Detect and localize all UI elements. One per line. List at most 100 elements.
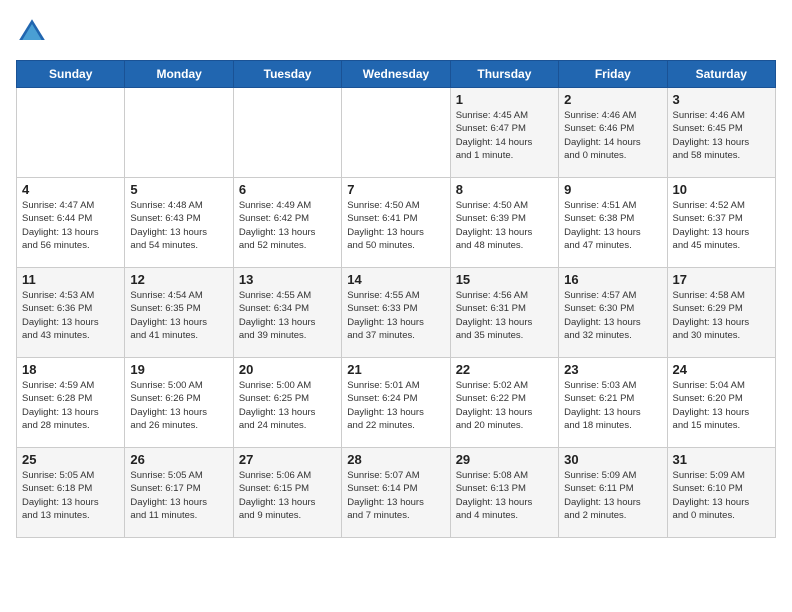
day-number: 20 — [239, 362, 336, 377]
calendar-cell: 23 Sunrise: 5:03 AM Sunset: 6:21 PM Dayli… — [559, 358, 667, 448]
column-header-saturday: Saturday — [667, 61, 775, 88]
calendar-cell: 20 Sunrise: 5:00 AM Sunset: 6:25 PM Dayli… — [233, 358, 341, 448]
cell-content: Sunrise: 4:54 AM Sunset: 6:35 PM Dayligh… — [130, 289, 227, 342]
day-number: 17 — [673, 272, 770, 287]
cell-content: Sunrise: 4:50 AM Sunset: 6:39 PM Dayligh… — [456, 199, 553, 252]
day-number: 29 — [456, 452, 553, 467]
cell-content: Sunrise: 5:01 AM Sunset: 6:24 PM Dayligh… — [347, 379, 444, 432]
cell-content: Sunrise: 4:51 AM Sunset: 6:38 PM Dayligh… — [564, 199, 661, 252]
calendar-cell: 6 Sunrise: 4:49 AM Sunset: 6:42 PM Daylig… — [233, 178, 341, 268]
cell-content: Sunrise: 5:04 AM Sunset: 6:20 PM Dayligh… — [673, 379, 770, 432]
cell-content: Sunrise: 5:03 AM Sunset: 6:21 PM Dayligh… — [564, 379, 661, 432]
calendar-cell: 8Sunrise: 4:50 AM Sunset: 6:39 PM Daylig… — [450, 178, 558, 268]
logo-icon — [16, 16, 48, 48]
column-header-friday: Friday — [559, 61, 667, 88]
calendar-cell: 13 Sunrise: 4:55 AM Sunset: 6:34 PM Dayli… — [233, 268, 341, 358]
column-header-wednesday: Wednesday — [342, 61, 450, 88]
cell-content: Sunrise: 4:52 AM Sunset: 6:37 PM Dayligh… — [673, 199, 770, 252]
cell-content: Sunrise: 4:55 AM Sunset: 6:33 PM Dayligh… — [347, 289, 444, 342]
calendar-cell: 26 Sunrise: 5:05 AM Sunset: 6:17 PM Dayli… — [125, 448, 233, 538]
calendar-cell: 12 Sunrise: 4:54 AM Sunset: 6:35 PM Dayli… — [125, 268, 233, 358]
cell-content: Sunrise: 4:49 AM Sunset: 6:42 PM Dayligh… — [239, 199, 336, 252]
calendar-cell: 21Sunrise: 5:01 AM Sunset: 6:24 PM Dayli… — [342, 358, 450, 448]
day-number: 13 — [239, 272, 336, 287]
cell-content: Sunrise: 4:56 AM Sunset: 6:31 PM Dayligh… — [456, 289, 553, 342]
calendar-cell: 3Sunrise: 4:46 AM Sunset: 6:45 PM Daylig… — [667, 88, 775, 178]
day-number: 2 — [564, 92, 661, 107]
day-number: 15 — [456, 272, 553, 287]
calendar-cell — [233, 88, 341, 178]
day-number: 3 — [673, 92, 770, 107]
cell-content: Sunrise: 4:47 AM Sunset: 6:44 PM Dayligh… — [22, 199, 119, 252]
cell-content: Sunrise: 5:05 AM Sunset: 6:18 PM Dayligh… — [22, 469, 119, 522]
calendar-cell: 18 Sunrise: 4:59 AM Sunset: 6:28 PM Dayli… — [17, 358, 125, 448]
calendar-cell: 11 Sunrise: 4:53 AM Sunset: 6:36 PM Dayli… — [17, 268, 125, 358]
day-number: 6 — [239, 182, 336, 197]
calendar-cell: 2 Sunrise: 4:46 AM Sunset: 6:46 PM Daylig… — [559, 88, 667, 178]
calendar-cell: 7 Sunrise: 4:50 AM Sunset: 6:41 PM Daylig… — [342, 178, 450, 268]
day-number: 10 — [673, 182, 770, 197]
cell-content: Sunrise: 5:00 AM Sunset: 6:26 PM Dayligh… — [130, 379, 227, 432]
day-number: 12 — [130, 272, 227, 287]
calendar-cell: 22 Sunrise: 5:02 AM Sunset: 6:22 PM Dayli… — [450, 358, 558, 448]
column-header-monday: Monday — [125, 61, 233, 88]
column-header-tuesday: Tuesday — [233, 61, 341, 88]
calendar-cell: 31 Sunrise: 5:09 AM Sunset: 6:10 PM Dayli… — [667, 448, 775, 538]
cell-content: Sunrise: 4:46 AM Sunset: 6:46 PM Dayligh… — [564, 109, 661, 162]
calendar-cell — [342, 88, 450, 178]
cell-content: Sunrise: 5:08 AM Sunset: 6:13 PM Dayligh… — [456, 469, 553, 522]
cell-content: Sunrise: 5:00 AM Sunset: 6:25 PM Dayligh… — [239, 379, 336, 432]
day-number: 1 — [456, 92, 553, 107]
calendar-cell — [125, 88, 233, 178]
cell-content: Sunrise: 5:09 AM Sunset: 6:10 PM Dayligh… — [673, 469, 770, 522]
calendar-table: SundayMondayTuesdayWednesdayThursdayFrid… — [16, 60, 776, 538]
day-number: 25 — [22, 452, 119, 467]
calendar-cell: 16Sunrise: 4:57 AM Sunset: 6:30 PM Dayli… — [559, 268, 667, 358]
day-number: 23 — [564, 362, 661, 377]
calendar-cell — [17, 88, 125, 178]
day-number: 7 — [347, 182, 444, 197]
calendar-cell: 4Sunrise: 4:47 AM Sunset: 6:44 PM Daylig… — [17, 178, 125, 268]
cell-content: Sunrise: 4:59 AM Sunset: 6:28 PM Dayligh… — [22, 379, 119, 432]
calendar-cell: 28 Sunrise: 5:07 AM Sunset: 6:14 PM Dayli… — [342, 448, 450, 538]
day-number: 11 — [22, 272, 119, 287]
calendar-cell: 19 Sunrise: 5:00 AM Sunset: 6:26 PM Dayli… — [125, 358, 233, 448]
cell-content: Sunrise: 5:02 AM Sunset: 6:22 PM Dayligh… — [456, 379, 553, 432]
calendar-cell: 5 Sunrise: 4:48 AM Sunset: 6:43 PM Daylig… — [125, 178, 233, 268]
cell-content: Sunrise: 5:05 AM Sunset: 6:17 PM Dayligh… — [130, 469, 227, 522]
page-header — [16, 16, 776, 48]
day-number: 31 — [673, 452, 770, 467]
day-number: 16 — [564, 272, 661, 287]
day-number: 28 — [347, 452, 444, 467]
cell-content: Sunrise: 4:53 AM Sunset: 6:36 PM Dayligh… — [22, 289, 119, 342]
logo — [16, 16, 52, 48]
day-number: 27 — [239, 452, 336, 467]
cell-content: Sunrise: 5:06 AM Sunset: 6:15 PM Dayligh… — [239, 469, 336, 522]
day-number: 30 — [564, 452, 661, 467]
calendar-cell: 30 Sunrise: 5:09 AM Sunset: 6:11 PM Dayli… — [559, 448, 667, 538]
cell-content: Sunrise: 5:07 AM Sunset: 6:14 PM Dayligh… — [347, 469, 444, 522]
calendar-cell: 29 Sunrise: 5:08 AM Sunset: 6:13 PM Dayli… — [450, 448, 558, 538]
calendar-cell: 9 Sunrise: 4:51 AM Sunset: 6:38 PM Daylig… — [559, 178, 667, 268]
day-number: 24 — [673, 362, 770, 377]
cell-content: Sunrise: 4:48 AM Sunset: 6:43 PM Dayligh… — [130, 199, 227, 252]
day-number: 22 — [456, 362, 553, 377]
cell-content: Sunrise: 4:45 AM Sunset: 6:47 PM Dayligh… — [456, 109, 553, 162]
calendar-cell: 14Sunrise: 4:55 AM Sunset: 6:33 PM Dayli… — [342, 268, 450, 358]
calendar-cell: 25 Sunrise: 5:05 AM Sunset: 6:18 PM Dayli… — [17, 448, 125, 538]
day-number: 18 — [22, 362, 119, 377]
cell-content: Sunrise: 4:58 AM Sunset: 6:29 PM Dayligh… — [673, 289, 770, 342]
calendar-cell: 15 Sunrise: 4:56 AM Sunset: 6:31 PM Dayli… — [450, 268, 558, 358]
calendar-cell: 10 Sunrise: 4:52 AM Sunset: 6:37 PM Dayli… — [667, 178, 775, 268]
day-number: 9 — [564, 182, 661, 197]
cell-content: Sunrise: 4:55 AM Sunset: 6:34 PM Dayligh… — [239, 289, 336, 342]
cell-content: Sunrise: 4:50 AM Sunset: 6:41 PM Dayligh… — [347, 199, 444, 252]
day-number: 19 — [130, 362, 227, 377]
calendar-cell: 1 Sunrise: 4:45 AM Sunset: 6:47 PM Daylig… — [450, 88, 558, 178]
column-header-thursday: Thursday — [450, 61, 558, 88]
day-number: 5 — [130, 182, 227, 197]
cell-content: Sunrise: 5:09 AM Sunset: 6:11 PM Dayligh… — [564, 469, 661, 522]
calendar-cell: 27 Sunrise: 5:06 AM Sunset: 6:15 PM Dayli… — [233, 448, 341, 538]
day-number: 26 — [130, 452, 227, 467]
calendar-cell: 24 Sunrise: 5:04 AM Sunset: 6:20 PM Dayli… — [667, 358, 775, 448]
